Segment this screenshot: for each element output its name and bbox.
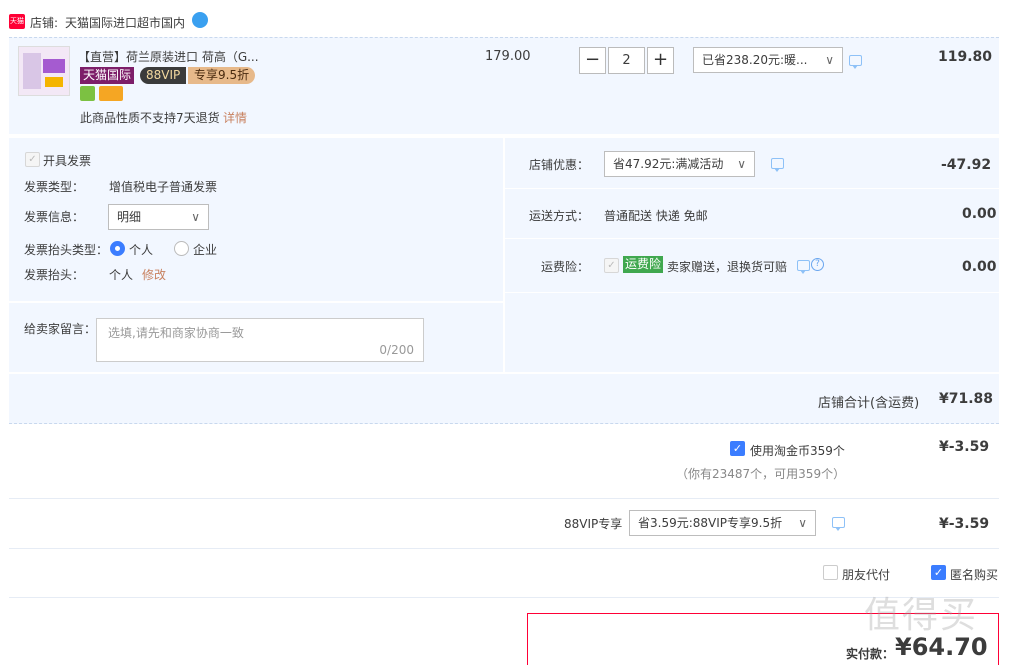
divider — [9, 498, 999, 499]
invoice-header-type-label: 发票抬头类型： — [24, 243, 109, 257]
insurance-label: 运费险： — [541, 260, 590, 274]
message-label: 给卖家留言： — [24, 322, 97, 336]
chat-bubble-icon[interactable] — [192, 12, 208, 28]
item-promo-select-value: 已省238.20元:暖... — [702, 53, 808, 67]
badge-tmall-intl: 天猫国际 — [80, 67, 135, 84]
radio-company[interactable] — [174, 241, 189, 256]
quantity-increase-button[interactable]: + — [647, 47, 674, 74]
message-counter: 0/200 — [379, 343, 414, 357]
invoice-enable-label: 开具发票 — [43, 154, 92, 168]
quantity-decrease-button[interactable]: − — [579, 47, 606, 74]
chevron-down-icon: ∨ — [737, 157, 746, 171]
comment-icon[interactable] — [849, 55, 862, 69]
vip-label: 88VIP专享 — [564, 517, 623, 531]
friend-pay-checkbox[interactable] — [823, 565, 838, 580]
invoice-type-value: 增值税电子普通发票 — [109, 180, 218, 194]
comment-icon[interactable] — [832, 517, 845, 531]
return-detail-link[interactable]: 详情 — [223, 109, 247, 126]
insurance-tag: 运费险 — [623, 256, 664, 273]
shop-promo-select-value: 省47.92元:满减活动 — [613, 157, 724, 171]
shipping-amount: 0.00 — [962, 206, 997, 222]
badge-88vip: 88VIP — [140, 67, 187, 84]
shop-total-label: 店铺合计(含运费) — [818, 396, 920, 411]
payment-label: 实付款： — [846, 647, 895, 661]
product-title-link[interactable]: 【直营】荷兰原装进口 荷高（G... — [78, 48, 259, 65]
coins-note: （你有23487个，可用359个） — [676, 467, 846, 481]
tmall-shop-icon: 天猫 — [9, 14, 25, 29]
divider — [9, 597, 999, 598]
service-icon-card — [99, 86, 123, 101]
invoice-checkbox[interactable]: ✓ — [25, 152, 40, 167]
shop-promo-amount: -47.92 — [941, 157, 992, 173]
radio-personal[interactable] — [110, 241, 125, 256]
invoice-info-select[interactable]: 明细 ∨ — [108, 204, 209, 230]
help-icon[interactable]: ? — [811, 258, 824, 271]
item-promo-select[interactable]: 已省238.20元:暖... ∨ — [693, 47, 843, 73]
invoice-info-select-value: 明细 — [117, 210, 142, 224]
product-thumbnail[interactable] — [18, 46, 70, 96]
divider — [505, 238, 999, 239]
coins-label: 使用淘金币359个 — [750, 444, 845, 458]
unit-price: 179.00 — [485, 49, 531, 64]
coins-amount: ¥-3.59 — [939, 439, 990, 455]
friend-pay-label: 朋友代付 — [842, 568, 891, 582]
invoice-modify-link[interactable]: 修改 — [142, 266, 166, 283]
vip-amount: ¥-3.59 — [939, 516, 990, 532]
message-textarea[interactable]: 选填,请先和商家协商一致 0/200 — [96, 318, 424, 362]
invoice-header-label: 发票抬头： — [24, 268, 85, 282]
shop-label: 店铺: — [30, 16, 59, 30]
shipping-value: 普通配送 快递 免邮 — [604, 209, 708, 223]
insurance-checkbox[interactable]: ✓ — [604, 258, 619, 273]
badge-discount: 专享9.5折 — [188, 67, 256, 84]
watermark-logo: 值得买 — [864, 595, 979, 636]
quantity-input[interactable]: 2 — [608, 47, 645, 74]
message-placeholder: 选填,请先和商家协商一致 — [108, 326, 244, 340]
radio-personal-label: 个人 — [129, 243, 154, 257]
anonymous-label: 匿名购买 — [950, 568, 999, 582]
item-subtotal: 119.80 — [938, 49, 993, 65]
shop-promo-select[interactable]: 省47.92元:满减活动 ∨ — [604, 151, 755, 177]
vip-promo-select[interactable]: 省3.59元:88VIP专享9.5折 ∨ — [629, 510, 816, 536]
radio-company-label: 企业 — [193, 243, 218, 257]
comment-icon[interactable] — [771, 158, 784, 172]
service-icon-green — [80, 86, 95, 101]
shipping-label: 运送方式： — [529, 209, 590, 223]
shop-promo-label: 店铺优惠： — [529, 158, 590, 172]
vip-promo-select-value: 省3.59元:88VIP专享9.5折 — [638, 516, 783, 530]
shop-name-link[interactable]: 天猫国际进口超市国内 — [65, 14, 185, 31]
divider — [9, 548, 999, 549]
insurance-desc: 卖家赠送，退换货可赔 — [667, 260, 788, 274]
chevron-down-icon: ∨ — [825, 53, 834, 67]
chevron-down-icon: ∨ — [191, 210, 200, 224]
comment-icon[interactable] — [797, 260, 810, 274]
anonymous-checkbox[interactable]: ✓ — [931, 565, 946, 580]
shop-total-amount: ¥71.88 — [939, 391, 994, 407]
chevron-down-icon: ∨ — [798, 516, 807, 530]
coins-checkbox[interactable]: ✓ — [730, 441, 745, 456]
divider — [505, 188, 999, 189]
invoice-type-label: 发票类型： — [24, 180, 85, 194]
return-policy-note: 此商品性质不支持7天退货 — [80, 111, 220, 125]
divider — [505, 292, 999, 293]
invoice-header-value: 个人 — [109, 268, 134, 282]
insurance-amount: 0.00 — [962, 259, 997, 275]
invoice-info-label: 发票信息： — [24, 210, 85, 224]
